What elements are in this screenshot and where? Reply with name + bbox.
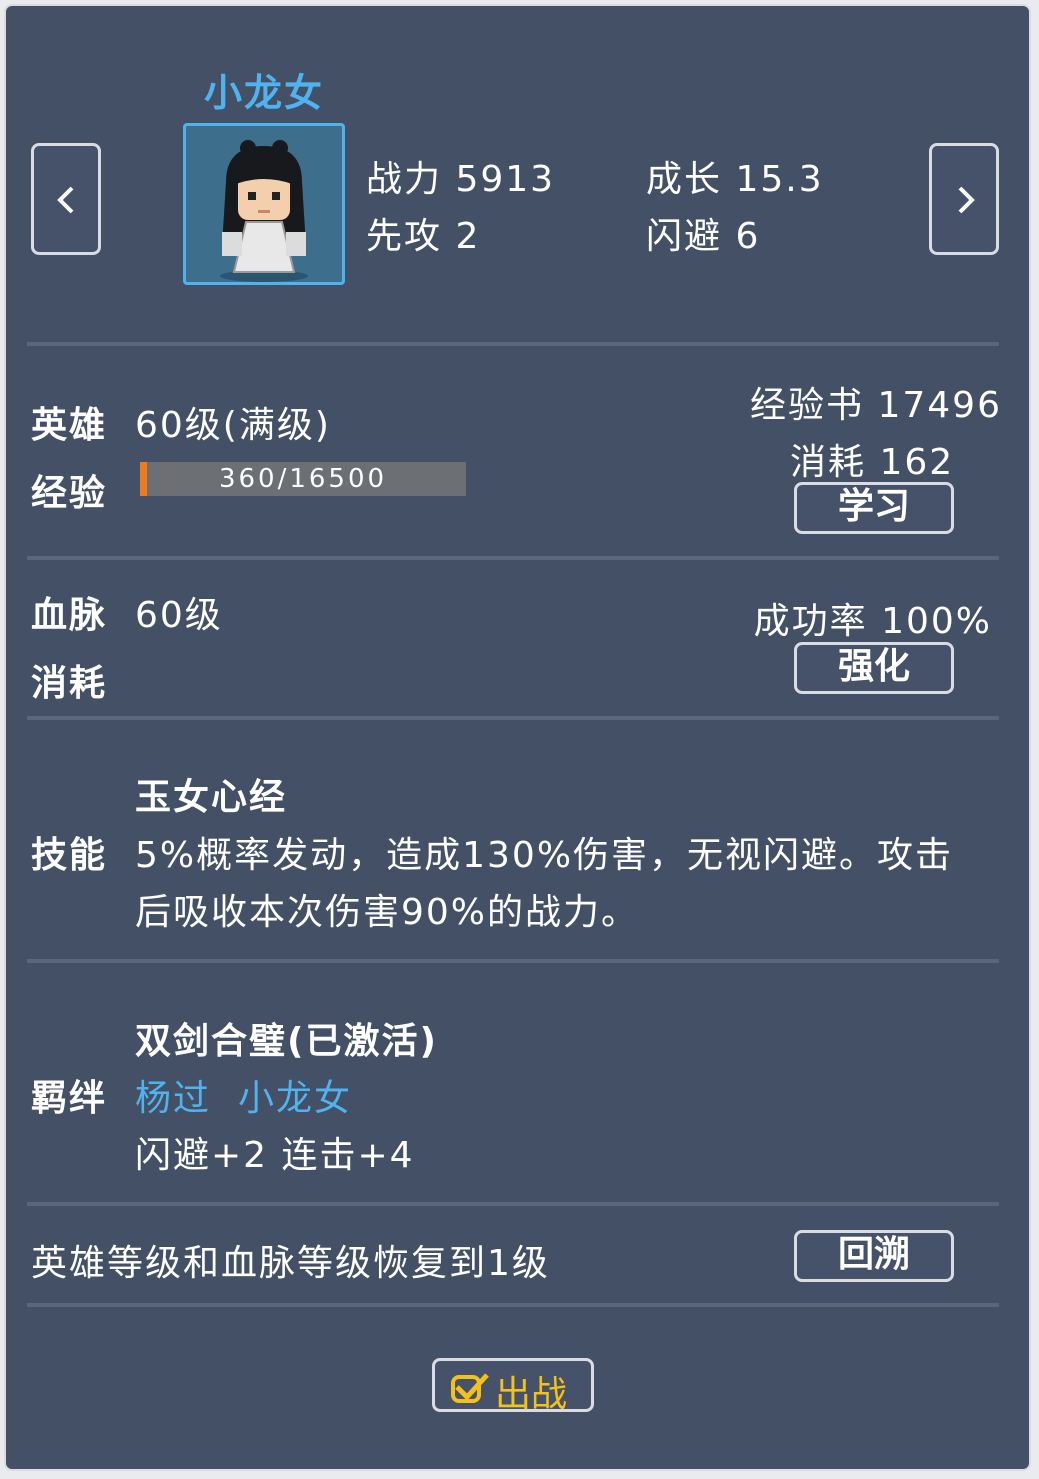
chevron-right-icon — [958, 186, 975, 214]
level-value: 60级(满级) — [135, 405, 331, 446]
success-rate-stat: 成功率 100% — [754, 592, 992, 644]
learn-button[interactable]: 学习 — [794, 482, 954, 534]
power-value: 5913 — [455, 159, 556, 200]
exp-progress-bar: 360/16500 — [140, 462, 466, 496]
power-label: 战力 — [366, 159, 443, 200]
hero-name: 小龙女 — [204, 71, 325, 115]
exp-book-count: 17496 — [877, 385, 1002, 426]
divider — [27, 342, 999, 346]
exp-book-label: 经验书 — [750, 385, 865, 426]
dodge-value: 6 — [735, 216, 761, 257]
divider — [27, 959, 999, 963]
bond-name: 双剑合璧(已激活) — [135, 1021, 438, 1062]
deploy-battle-button[interactable]: 出战 — [432, 1358, 594, 1415]
dodge-label: 闪避 — [646, 216, 723, 257]
power-stat: 战力 5913 — [366, 150, 555, 202]
success-rate-label: 成功率 — [753, 601, 868, 642]
checkbox-checked-icon — [451, 1373, 489, 1403]
divider — [27, 716, 999, 720]
dodge-stat: 闪避 6 — [646, 207, 760, 259]
bond-effect: 闪避+2 连击+4 — [135, 1135, 415, 1176]
growth-label: 成长 — [646, 159, 723, 200]
bond-label: 羁绊 — [31, 1078, 108, 1119]
prev-hero-button[interactable] — [31, 143, 101, 255]
initiative-value: 2 — [455, 216, 481, 257]
level-label: 英雄 — [31, 405, 108, 446]
skill-desc-line1: 5%概率发动，造成130%伤害，无视闪避。攻击 — [135, 835, 954, 876]
deploy-battle-label: 出战 — [495, 1374, 568, 1415]
exp-cost-stat: 消耗 162 — [790, 433, 954, 485]
hero-portrait — [183, 123, 345, 285]
next-hero-button[interactable] — [929, 143, 999, 255]
exp-progress-text: 360/16500 — [218, 464, 388, 494]
exp-cost-value: 162 — [879, 442, 955, 483]
bond-member-yangguo[interactable]: 杨过 — [135, 1069, 211, 1121]
chevron-left-icon — [57, 186, 74, 214]
hero-avatar-image — [220, 140, 308, 282]
exp-label: 经验 — [31, 473, 108, 514]
divider — [27, 556, 999, 560]
bloodline-label: 血脉 — [31, 595, 108, 636]
skill-name: 玉女心经 — [135, 777, 288, 818]
bloodline-value: 60级 — [135, 595, 223, 636]
divider — [27, 1303, 999, 1307]
enhance-button[interactable]: 强化 — [794, 642, 954, 694]
bloodline-cost-label: 消耗 — [31, 663, 108, 704]
initiative-label: 先攻 — [366, 216, 443, 257]
skill-label: 技能 — [31, 835, 108, 876]
skill-desc-line2: 后吸收本次伤害90%的战力。 — [135, 892, 640, 933]
growth-value: 15.3 — [735, 159, 824, 200]
growth-stat: 成长 15.3 — [646, 150, 824, 202]
bond-member-xiaolongnv[interactable]: 小龙女 — [238, 1069, 352, 1121]
exp-book-stat: 经验书 17496 — [750, 376, 1002, 428]
reset-button[interactable]: 回溯 — [794, 1230, 954, 1282]
divider — [27, 1202, 999, 1206]
initiative-stat: 先攻 2 — [366, 207, 480, 259]
reset-description: 英雄等级和血脉等级恢复到1级 — [31, 1243, 550, 1284]
success-rate-value: 100% — [881, 601, 992, 642]
exp-cost-label: 消耗 — [790, 442, 867, 483]
